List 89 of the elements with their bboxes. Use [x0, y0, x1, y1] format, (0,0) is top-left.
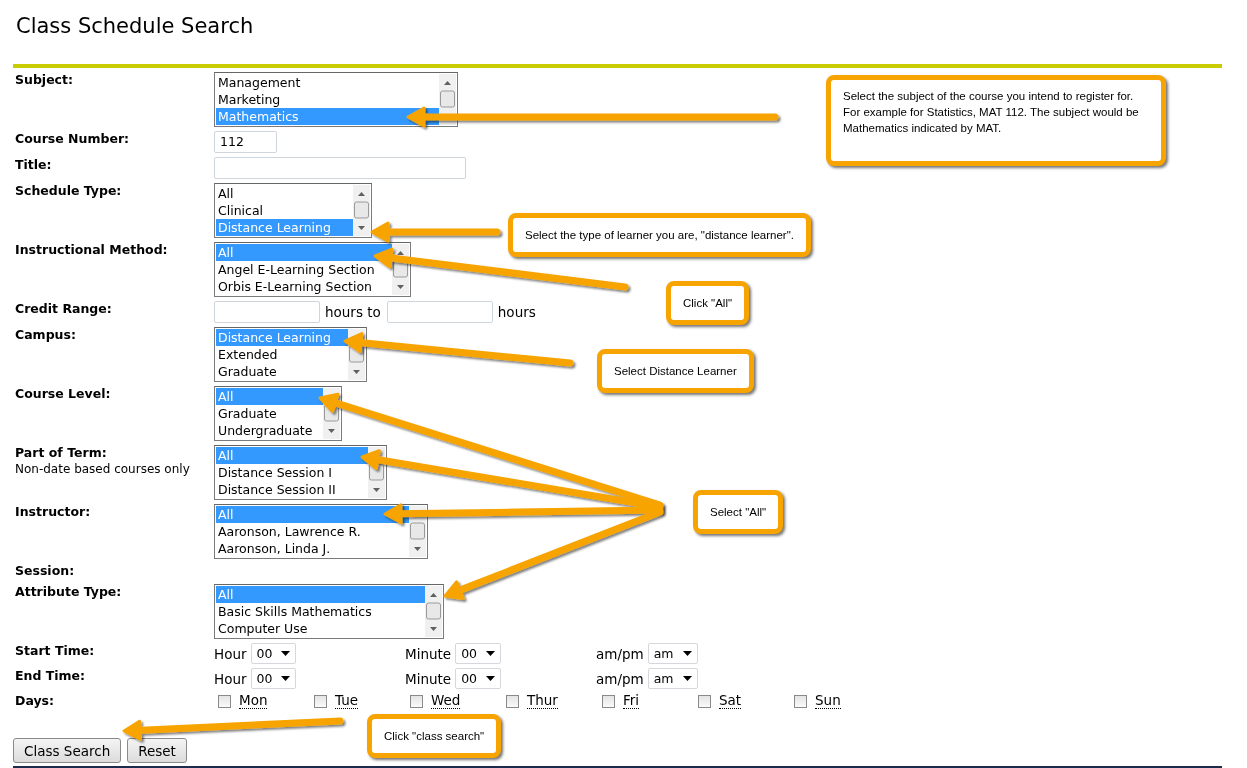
- field-label: End Time:: [15, 668, 87, 684]
- text-field[interactable]: 112: [214, 131, 277, 153]
- list-option[interactable]: Aaronson, Linda J.: [216, 540, 409, 557]
- text-field[interactable]: [214, 301, 320, 323]
- dropdown-label: Hour: [214, 645, 247, 662]
- list-box[interactable]: All Graduate Undergraduate: [214, 386, 342, 441]
- caret-icon: [281, 676, 291, 681]
- form-button[interactable]: Reset: [127, 738, 187, 763]
- dropdown[interactable]: am: [647, 668, 698, 689]
- text-field[interactable]: [386, 301, 493, 323]
- day-label: Wed: [431, 693, 461, 709]
- list-option[interactable]: Distance Session II: [216, 481, 368, 498]
- field-label: Subject:: [15, 72, 74, 88]
- dropdown[interactable]: 00: [250, 668, 297, 689]
- dropdown-label: Minute: [405, 645, 452, 662]
- dropdown-label: am/pm: [596, 645, 644, 662]
- callout-box: Select "All": [693, 490, 784, 534]
- list-option[interactable]: Angel E-Learning Section: [216, 261, 392, 278]
- field-label: Days:: [15, 693, 55, 709]
- callout-box: Select the subject of the course you intend to register for. For example for Statistics, MAT 112. The subject would be Mathematics indicated by MAT.: [826, 75, 1166, 166]
- list-box[interactable]: All Angel E-Learning Section Orbis E-Learning Section: [214, 242, 411, 297]
- list-option[interactable]: All: [216, 185, 353, 202]
- list-option[interactable]: Orbis E-Learning Section: [216, 278, 392, 295]
- callout-box: Click "class search": [367, 714, 502, 758]
- field-label: Start Time:: [15, 643, 96, 659]
- day-label: Thur: [527, 693, 558, 709]
- scrollbar[interactable]: [425, 586, 442, 637]
- field-note: Non-date based courses only: [15, 461, 191, 477]
- day-label: Mon: [239, 693, 268, 709]
- field-label: Course Level:: [15, 386, 112, 402]
- field-label: Attribute Type:: [15, 584, 123, 600]
- checkbox[interactable]: [506, 694, 519, 708]
- field-label: Course Number:: [15, 131, 131, 147]
- checkbox[interactable]: [602, 694, 615, 708]
- unit-label: hours: [497, 304, 536, 320]
- list-option[interactable]: Graduate: [216, 405, 323, 422]
- callout-box: Click "All": [666, 281, 750, 325]
- checkbox[interactable]: [794, 694, 807, 708]
- field-label: Part of Term:: [15, 445, 108, 461]
- form-button[interactable]: Class Search: [13, 738, 122, 763]
- list-option[interactable]: Aaronson, Lawrence R.: [216, 523, 409, 540]
- list-option[interactable]: Graduate: [216, 363, 348, 380]
- list-option[interactable]: Basic Skills Mathematics: [216, 603, 425, 620]
- list-option[interactable]: Undergraduate: [216, 422, 323, 439]
- dropdown[interactable]: 00: [455, 668, 502, 689]
- field-label: Credit Range:: [15, 301, 113, 317]
- day-label: Sat: [719, 693, 742, 709]
- list-box[interactable]: All Clinical Distance Learning: [214, 183, 372, 238]
- field-label: Title:: [15, 157, 53, 173]
- day-label: Fri: [623, 693, 640, 709]
- callout-box: Select the type of learner you are, "distance learner".: [508, 213, 811, 257]
- dropdown[interactable]: 00: [455, 643, 502, 664]
- dropdown-label: Hour: [214, 670, 247, 687]
- field-label: Schedule Type:: [15, 183, 123, 199]
- day-label: Sun: [815, 693, 841, 709]
- list-option[interactable]: Extended: [216, 346, 348, 363]
- field-label: Instructional Method:: [15, 242, 169, 258]
- list-option[interactable]: Distance Session I: [216, 464, 368, 481]
- checkbox[interactable]: [410, 694, 423, 708]
- dropdown[interactable]: 00: [250, 643, 297, 664]
- page-title: Class Schedule Search: [15, 13, 255, 40]
- day-label: Tue: [335, 693, 359, 709]
- list-box[interactable]: Distance Learning Extended Graduate: [214, 327, 367, 382]
- field-label: Session:: [15, 563, 76, 579]
- caret-icon: [682, 651, 692, 656]
- caret-icon: [682, 676, 692, 681]
- callout-box: Select Distance Learner: [597, 349, 754, 393]
- checkbox[interactable]: [218, 694, 231, 708]
- list-option[interactable]: Management: [216, 74, 439, 91]
- list-option[interactable]: Clinical: [216, 202, 353, 219]
- list-box[interactable]: All Basic Skills Mathematics Computer Use: [214, 584, 444, 639]
- scrollbar[interactable]: [353, 185, 370, 236]
- checkbox[interactable]: [698, 694, 711, 708]
- field-label: Campus:: [15, 327, 77, 343]
- dropdown-label: am/pm: [596, 670, 644, 687]
- dropdown[interactable]: am: [647, 643, 698, 664]
- text-field[interactable]: [214, 157, 466, 179]
- caret-icon: [281, 651, 291, 656]
- field-label: Instructor:: [15, 504, 92, 520]
- caret-icon: [486, 676, 496, 681]
- checkbox[interactable]: [314, 694, 327, 708]
- list-box[interactable]: All Aaronson, Lawrence R. Aaronson, Linda J.: [214, 504, 428, 559]
- caret-icon: [486, 651, 496, 656]
- list-option[interactable]: Marketing: [216, 91, 439, 108]
- list-box[interactable]: All Distance Session I Distance Session II: [214, 445, 387, 500]
- unit-label: hours to: [325, 304, 381, 320]
- list-option[interactable]: Computer Use: [216, 620, 425, 637]
- dropdown-label: Minute: [405, 670, 452, 687]
- list-box[interactable]: Management Marketing Mathematics: [214, 72, 458, 127]
